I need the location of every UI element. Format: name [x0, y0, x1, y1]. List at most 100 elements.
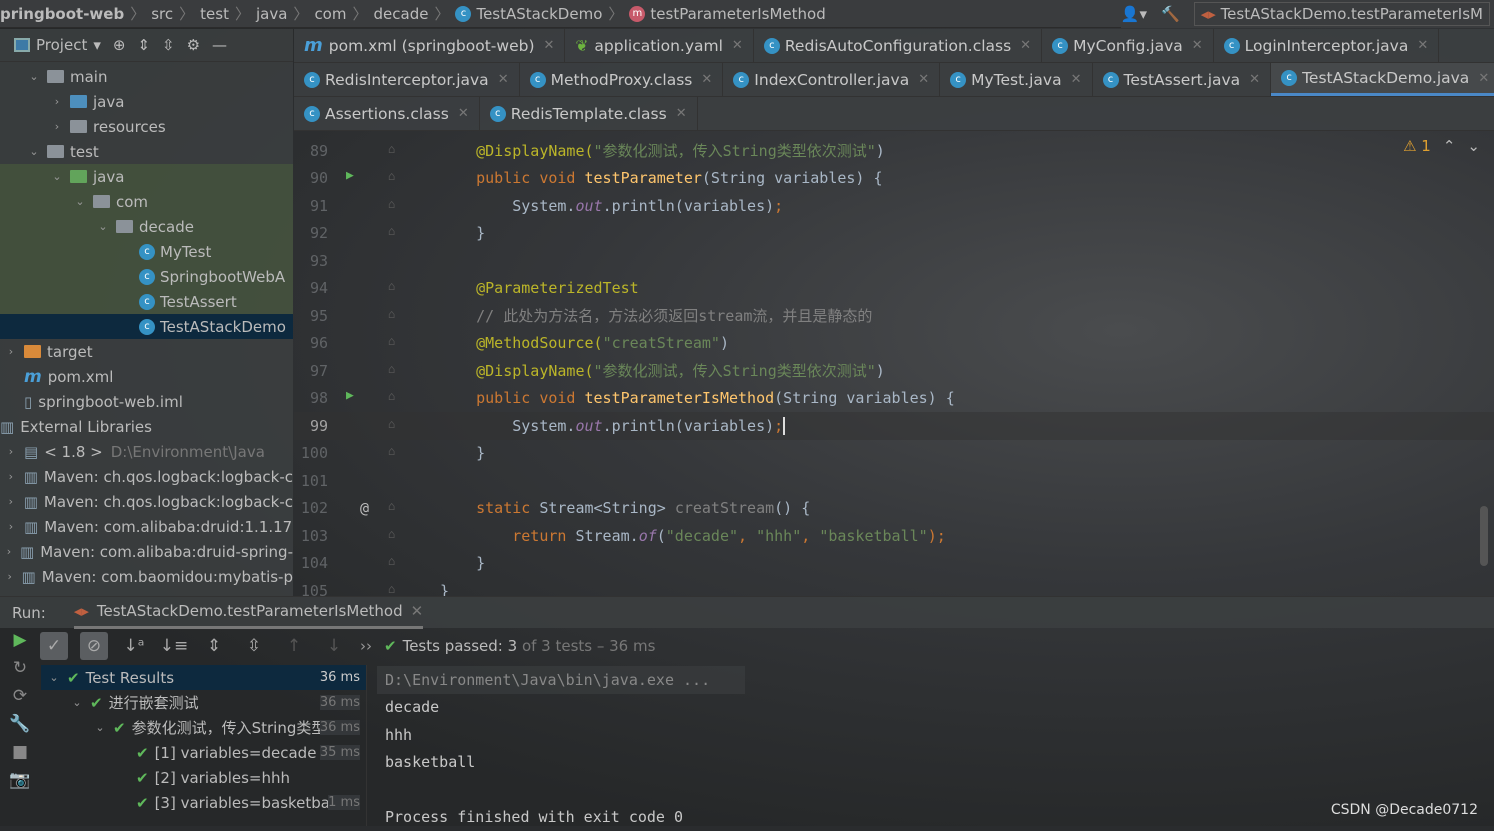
wrench-icon[interactable]: 🔧 [9, 714, 30, 734]
fold-marker-icon[interactable]: ⌂ [388, 142, 395, 156]
run-test-icon[interactable]: ▶ [346, 168, 354, 183]
code-line[interactable]: 102@⌂ static Stream<String> creatStream(… [294, 495, 1494, 523]
tree-item[interactable]: ⌄main [0, 64, 293, 89]
chevron-icon[interactable]: › [4, 495, 18, 508]
tree-item[interactable]: ›java [0, 89, 293, 114]
fold-marker-icon[interactable]: ⌂ [388, 224, 395, 238]
editor-tab[interactable]: mpom.xml (springboot-web)✕ [294, 29, 565, 62]
code-line[interactable]: 104⌂ } [294, 550, 1494, 578]
editor-tab[interactable]: cRedisTemplate.class✕ [480, 97, 698, 130]
chevron-icon[interactable]: ⌄ [27, 145, 41, 158]
console-output[interactable]: D:\Environment\Java\bin\java.exe ...deca… [377, 666, 1477, 831]
collapse-all-button[interactable]: ⇳ [240, 632, 268, 660]
chevron-icon[interactable]: ⌄ [96, 220, 110, 233]
breadcrumb-item[interactable]: TestAStackDemo [476, 5, 602, 23]
test-result-item[interactable]: ✔[1] variables=decade35 ms [41, 740, 366, 765]
tree-item[interactable]: ›target [0, 339, 293, 364]
prev-highlight-icon[interactable]: ⌃ [1443, 137, 1456, 155]
toggle-autotest-icon[interactable]: ⟳ [13, 686, 27, 706]
next-highlight-icon[interactable]: ⌄ [1467, 137, 1480, 155]
code-line[interactable]: 105⌂} [294, 577, 1494, 596]
chevron-icon[interactable]: › [4, 545, 14, 558]
run-config-select[interactable]: ◂▸ TestAStackDemo.testParameterIsM [1194, 2, 1490, 26]
code-line[interactable]: 93 [294, 247, 1494, 275]
breadcrumb-item[interactable]: testParameterIsMethod [650, 5, 825, 23]
test-result-item[interactable]: ⌄✔参数化测试，传入String类型36 ms [41, 715, 366, 740]
tree-item[interactable]: mpom.xml [0, 364, 293, 389]
close-icon[interactable]: ✕ [498, 72, 509, 87]
chevron-icon[interactable]: › [50, 95, 64, 108]
fold-marker-icon[interactable]: ⌂ [388, 389, 395, 403]
close-icon[interactable]: ✕ [1192, 38, 1203, 53]
chevron-icon[interactable]: › [4, 445, 18, 458]
tree-item[interactable]: ▯springboot-web.iml [0, 389, 293, 414]
close-icon[interactable]: ✕ [1249, 72, 1260, 87]
test-result-item[interactable]: ✔[2] variables=hhh [41, 765, 366, 790]
code-line[interactable]: 98▶⌂ public void testParameterIsMethod(S… [294, 385, 1494, 413]
editor-tab[interactable]: cMethodProxy.class✕ [520, 63, 724, 96]
editor-tab[interactable]: cTestAssert.java✕ [1093, 63, 1272, 96]
user-icon[interactable]: 👤▾ [1121, 5, 1147, 23]
breadcrumb-item[interactable]: test [200, 5, 229, 23]
tree-item[interactable]: ⌄test [0, 139, 293, 164]
chevron-icon[interactable]: › [4, 470, 18, 483]
breadcrumb-item[interactable]: com [314, 5, 346, 23]
editor-tab[interactable]: cMyTest.java✕ [940, 63, 1092, 96]
breadcrumb-item[interactable]: pringboot-web [0, 5, 124, 23]
tree-item[interactable]: ›▤< 1.8 >D:\Environment\Java [0, 439, 293, 464]
tree-item[interactable]: ▥External Libraries [0, 414, 293, 439]
fold-marker-icon[interactable]: ⌂ [388, 334, 395, 348]
code-line[interactable]: 96⌂ @MethodSource("creatStream") [294, 330, 1494, 358]
hide-icon[interactable]: — [212, 36, 227, 54]
chevron-icon[interactable]: › [4, 345, 18, 358]
chevron-icon[interactable]: ⌄ [27, 70, 41, 83]
tree-item[interactable]: ⌄java [0, 164, 293, 189]
fold-marker-icon[interactable]: ⌂ [388, 307, 395, 321]
code-line[interactable]: 94⌂ @ParameterizedTest [294, 275, 1494, 303]
code-line[interactable]: 89⌂ @DisplayName("参数化测试，传入String类型依次测试") [294, 137, 1494, 165]
collapse-all-icon[interactable]: ⇳ [162, 36, 175, 54]
show-ignored-button[interactable]: ⊘ [80, 632, 108, 660]
fold-marker-icon[interactable]: ⌂ [388, 444, 395, 458]
code-editor[interactable]: 89⌂ @DisplayName("参数化测试，传入String类型依次测试")… [294, 131, 1494, 596]
run-tab[interactable]: ◂▸TestAStackDemo.testParameterIsMethod✕ [74, 597, 423, 629]
implements-icon[interactable]: @ [360, 499, 369, 517]
breadcrumb-item[interactable]: src [151, 5, 173, 23]
fold-marker-icon[interactable]: ⌂ [388, 169, 395, 183]
close-icon[interactable]: ✕ [411, 602, 424, 620]
test-result-item[interactable]: ⌄✔Test Results36 ms [41, 665, 366, 690]
chevron-icon[interactable]: ⌄ [50, 170, 64, 183]
test-result-item[interactable]: ⌄✔进行嵌套测试36 ms [41, 690, 366, 715]
tree-item[interactable]: ›▥Maven: com.alibaba:druid:1.1.17 [0, 514, 293, 539]
tree-item[interactable]: cTestAStackDemo [0, 314, 293, 339]
breadcrumb-item[interactable]: java [256, 5, 287, 23]
prev-test-button[interactable]: ↑ [280, 632, 308, 660]
editor-tab[interactable]: cMyConfig.java✕ [1042, 29, 1214, 62]
test-result-item[interactable]: ✔[3] variables=basketball1 ms [41, 790, 366, 815]
stop-icon[interactable]: ■ [12, 742, 28, 762]
tree-item[interactable]: ⌄decade [0, 214, 293, 239]
tree-item[interactable]: cSpringbootWebA [0, 264, 293, 289]
tree-item[interactable]: ›▥Maven: com.alibaba:druid-spring- [0, 539, 293, 564]
editor-tab[interactable]: cRedisInterceptor.java✕ [294, 63, 520, 96]
close-icon[interactable]: ✕ [1020, 38, 1031, 53]
fold-marker-icon[interactable]: ⌂ [388, 527, 395, 541]
chevron-icon[interactable]: ⌄ [93, 721, 107, 734]
code-line[interactable]: 95⌂ // 此处为方法名，方法必须返回stream流，并且是静态的 [294, 302, 1494, 330]
locate-icon[interactable]: ⊕ [113, 36, 126, 54]
build-hammer-icon[interactable]: 🔨 [1161, 5, 1180, 23]
tree-item[interactable]: ›resources [0, 114, 293, 139]
expand-all-button[interactable]: ⇕ [200, 632, 228, 660]
chevron-icon[interactable]: ⌄ [47, 671, 61, 684]
sort-duration-button[interactable]: ↓≡ [160, 632, 188, 660]
fold-marker-icon[interactable]: ⌂ [388, 417, 395, 431]
code-line[interactable]: 103⌂ return Stream.of("decade", "hhh", "… [294, 522, 1494, 550]
more-icon[interactable]: ›› [360, 637, 372, 655]
fold-marker-icon[interactable]: ⌂ [388, 197, 395, 211]
warning-icon[interactable]: ⚠ 1 [1403, 137, 1431, 155]
close-icon[interactable]: ✕ [458, 106, 469, 121]
fold-marker-icon[interactable]: ⌂ [388, 582, 395, 596]
code-line[interactable]: 90▶⌂ public void testParameter(String va… [294, 165, 1494, 193]
fold-marker-icon[interactable]: ⌂ [388, 554, 395, 568]
project-view-select[interactable]: Project ▾ [14, 36, 101, 54]
